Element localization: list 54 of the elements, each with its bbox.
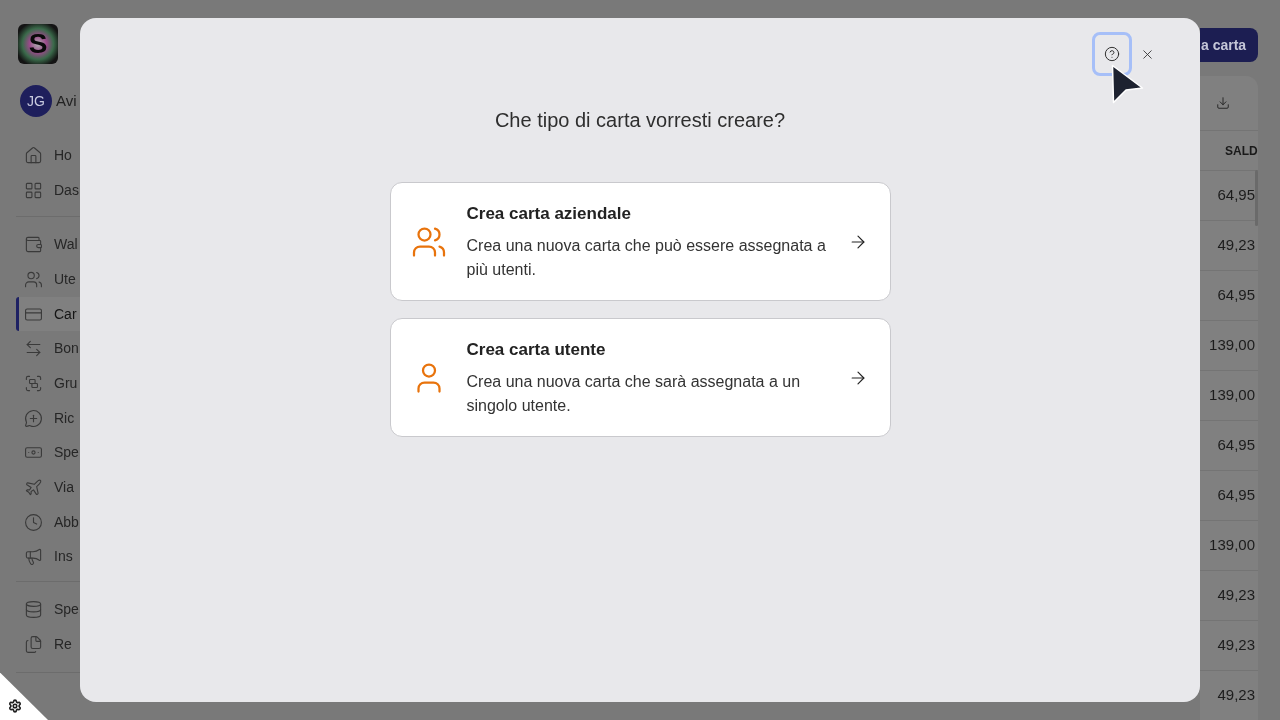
nav-item[interactable]: Ric bbox=[16, 400, 80, 436]
table-cell-text: 49,23 bbox=[1217, 235, 1255, 256]
table-cell-text: 139,00 bbox=[1209, 335, 1255, 356]
files-icon bbox=[24, 634, 43, 654]
grid-icon bbox=[24, 180, 43, 200]
download-icon[interactable] bbox=[1216, 96, 1230, 110]
nav-item[interactable]: Wal bbox=[16, 227, 80, 263]
mouse-pointer-icon bbox=[1111, 64, 1144, 104]
chat-plus-icon bbox=[24, 408, 43, 428]
table-cell-text: 139,00 bbox=[1209, 535, 1255, 556]
nav-item[interactable]: Re bbox=[16, 626, 80, 662]
corner-toggle[interactable] bbox=[0, 672, 48, 720]
nav-item[interactable]: Spe bbox=[16, 435, 80, 471]
arrows-icon bbox=[24, 339, 43, 359]
table-cell-text: 64,95 bbox=[1217, 435, 1255, 456]
table-cell-text: 64,95 bbox=[1217, 285, 1255, 306]
database-icon bbox=[24, 600, 43, 620]
table-cell-text: 49,23 bbox=[1217, 685, 1255, 706]
option-card[interactable]: Crea carta aziendale Crea una nuova carta che può essere assegnata a più utenti. bbox=[389, 182, 891, 301]
frame-icon bbox=[24, 373, 43, 393]
option-title: Crea carta utente bbox=[466, 338, 607, 361]
option-description: Crea una nuova carta che sarà assegnata a un singolo utente. bbox=[466, 371, 802, 416]
avatar[interactable]: JG bbox=[20, 85, 52, 117]
user-name: Avi bbox=[56, 90, 77, 111]
primary-button[interactable]: a carta bbox=[1200, 28, 1258, 62]
megaphone-icon bbox=[24, 547, 43, 567]
table-cell-text: 64,95 bbox=[1217, 185, 1255, 206]
plane-icon bbox=[24, 478, 43, 497]
nav-item[interactable]: Car bbox=[16, 296, 80, 332]
help-icon bbox=[1104, 46, 1120, 62]
option-card[interactable]: Crea carta utente Crea una nuova carta che sarà assegnata a un singolo utente. bbox=[389, 318, 891, 437]
table-cell-text: 49,23 bbox=[1217, 585, 1255, 606]
users-icon bbox=[24, 269, 43, 289]
nav-item[interactable]: Ins bbox=[16, 539, 80, 575]
nav-item[interactable]: Via bbox=[16, 470, 80, 505]
nav-item[interactable]: Bon bbox=[16, 331, 80, 367]
wallet-icon bbox=[24, 235, 43, 255]
option-description: Crea una nuova carta che può essere assegnata a più utenti. bbox=[466, 235, 827, 280]
clock-icon bbox=[24, 512, 43, 532]
nav-item[interactable]: Ute bbox=[16, 262, 80, 297]
modal-title: Che tipo di carta vorresti creare? bbox=[493, 108, 787, 133]
nav-item[interactable]: Abb bbox=[16, 504, 80, 540]
nav-item[interactable]: Ho bbox=[16, 138, 80, 173]
nav-item[interactable]: Das bbox=[16, 172, 80, 208]
nav-item[interactable]: Gru bbox=[16, 366, 80, 401]
table-cell-text: 49,23 bbox=[1217, 635, 1255, 656]
option-title: Crea carta aziendale bbox=[466, 202, 632, 225]
gear-icon bbox=[8, 698, 22, 713]
column-header: SALD bbox=[1225, 142, 1258, 160]
table-cell-text: 64,95 bbox=[1217, 485, 1255, 506]
table-cell-text: 139,00 bbox=[1209, 385, 1255, 406]
logo[interactable]: S bbox=[18, 24, 58, 64]
nav-item[interactable]: Spe bbox=[16, 592, 80, 627]
house-icon bbox=[24, 145, 43, 165]
